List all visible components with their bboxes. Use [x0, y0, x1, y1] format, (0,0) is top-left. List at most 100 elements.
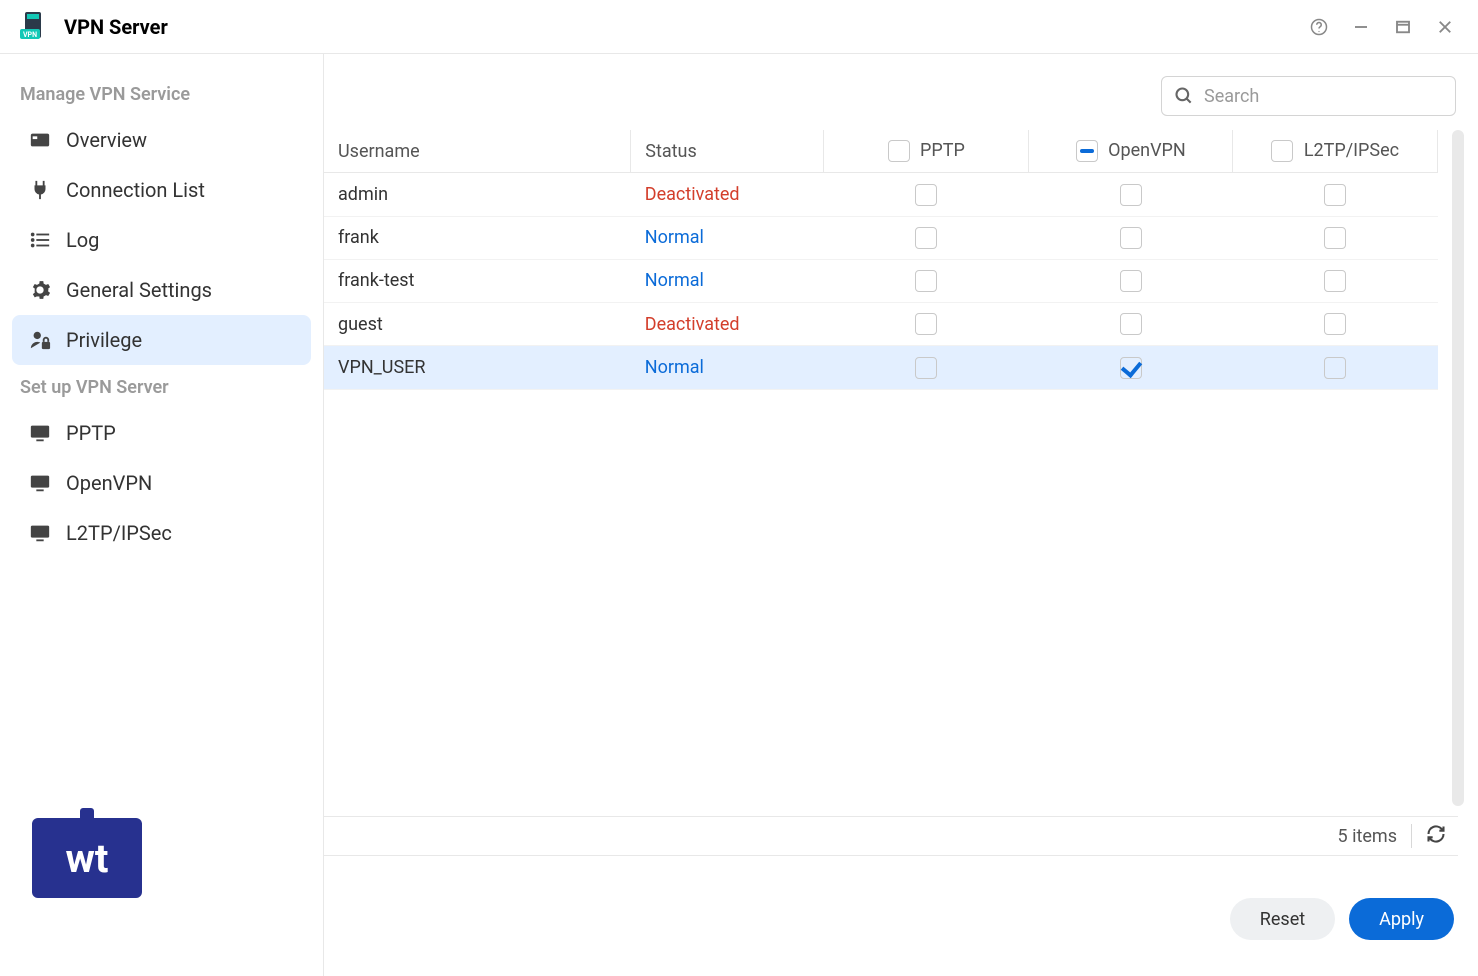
sidebar-item-label: Privilege	[66, 328, 142, 352]
l2tp-checkbox[interactable]	[1324, 270, 1346, 292]
sidebar-item-label: L2TP/IPSec	[66, 521, 172, 545]
sidebar: Manage VPN Service Overview Connection L…	[0, 54, 324, 976]
cell-openvpn	[1028, 216, 1233, 259]
svg-text:VPN: VPN	[23, 31, 37, 39]
table-row[interactable]: frank-testNormal	[324, 259, 1438, 302]
col-header-pptp[interactable]: PPTP	[824, 130, 1029, 173]
main-panel: Username Status PPTP OpenVPN L2TP/IP	[324, 54, 1478, 976]
sidebar-section-manage: Manage VPN Service	[12, 72, 311, 115]
cell-username: frank-test	[324, 259, 631, 302]
cell-openvpn	[1028, 346, 1233, 389]
cell-l2tp	[1233, 303, 1438, 346]
cell-username: VPN_USER	[324, 346, 631, 389]
plug-icon	[26, 179, 54, 201]
refresh-button[interactable]	[1426, 824, 1446, 849]
cell-status: Deactivated	[631, 303, 824, 346]
col-header-status[interactable]: Status	[631, 130, 824, 173]
app-icon: VPN	[20, 12, 50, 42]
pptp-checkbox[interactable]	[915, 313, 937, 335]
cell-status: Normal	[631, 259, 824, 302]
cell-l2tp	[1233, 216, 1438, 259]
sidebar-item-general-settings[interactable]: General Settings	[12, 265, 311, 315]
header-checkbox-openvpn[interactable]	[1076, 140, 1098, 162]
sidebar-item-privilege[interactable]: Privilege	[12, 315, 311, 365]
sidebar-item-openvpn[interactable]: OpenVPN	[12, 458, 311, 508]
sidebar-item-label: OpenVPN	[66, 471, 152, 495]
brand-logo-text: wt	[66, 835, 109, 882]
openvpn-checkbox[interactable]	[1120, 184, 1142, 206]
table-row[interactable]: frankNormal	[324, 216, 1438, 259]
search-icon	[1174, 86, 1194, 106]
apply-button[interactable]: Apply	[1349, 898, 1454, 940]
sidebar-item-overview[interactable]: Overview	[12, 115, 311, 165]
sidebar-item-connection-list[interactable]: Connection List	[12, 165, 311, 215]
table-header-row: Username Status PPTP OpenVPN L2TP/IP	[324, 130, 1438, 173]
item-count: 5 items	[1338, 826, 1397, 847]
privilege-table: Username Status PPTP OpenVPN L2TP/IP	[324, 130, 1438, 390]
cell-l2tp	[1233, 173, 1438, 216]
vertical-scrollbar[interactable]	[1452, 130, 1464, 806]
cell-openvpn	[1028, 303, 1233, 346]
l2tp-checkbox[interactable]	[1324, 184, 1346, 206]
sidebar-item-label: Connection List	[66, 178, 205, 202]
maximize-button[interactable]	[1390, 14, 1416, 40]
openvpn-checkbox[interactable]	[1120, 357, 1142, 379]
search-input[interactable]	[1204, 86, 1443, 107]
l2tp-checkbox[interactable]	[1324, 357, 1346, 379]
table-row[interactable]: guestDeactivated	[324, 303, 1438, 346]
footer: Reset Apply	[324, 898, 1454, 940]
monitor-icon	[26, 472, 54, 494]
l2tp-checkbox[interactable]	[1324, 227, 1346, 249]
l2tp-checkbox[interactable]	[1324, 313, 1346, 335]
pptp-checkbox[interactable]	[915, 357, 937, 379]
close-button[interactable]	[1432, 14, 1458, 40]
sidebar-item-pptp[interactable]: PPTP	[12, 408, 311, 458]
cell-pptp	[824, 173, 1029, 216]
help-button[interactable]	[1306, 14, 1332, 40]
sidebar-item-l2tp-ipsec[interactable]: L2TP/IPSec	[12, 508, 311, 558]
pptp-checkbox[interactable]	[915, 184, 937, 206]
col-header-openvpn[interactable]: OpenVPN	[1028, 130, 1233, 173]
title-bar: VPN VPN Server	[0, 0, 1478, 54]
header-checkbox-l2tp[interactable]	[1271, 140, 1293, 162]
search-box[interactable]	[1161, 76, 1456, 116]
cell-username: frank	[324, 216, 631, 259]
list-icon	[26, 229, 54, 251]
table-row[interactable]: adminDeactivated	[324, 173, 1438, 216]
divider	[1411, 824, 1412, 848]
cell-username: admin	[324, 173, 631, 216]
overview-icon	[26, 129, 54, 151]
openvpn-checkbox[interactable]	[1120, 270, 1142, 292]
col-header-label: OpenVPN	[1108, 140, 1186, 161]
status-bar: 5 items	[324, 816, 1458, 856]
monitor-icon	[26, 522, 54, 544]
pptp-checkbox[interactable]	[915, 270, 937, 292]
app-title: VPN Server	[64, 15, 168, 39]
sidebar-item-log[interactable]: Log	[12, 215, 311, 265]
openvpn-checkbox[interactable]	[1120, 313, 1142, 335]
table-row[interactable]: VPN_USERNormal	[324, 346, 1438, 389]
gear-icon	[26, 279, 54, 301]
brand-logo: wt	[32, 818, 142, 898]
cell-status: Normal	[631, 346, 824, 389]
col-header-label: Status	[645, 141, 696, 162]
cell-status: Deactivated	[631, 173, 824, 216]
cell-openvpn	[1028, 259, 1233, 302]
monitor-icon	[26, 422, 54, 444]
col-header-l2tp[interactable]: L2TP/IPSec	[1233, 130, 1438, 173]
sidebar-item-label: Log	[66, 228, 99, 252]
pptp-checkbox[interactable]	[915, 227, 937, 249]
header-checkbox-pptp[interactable]	[888, 140, 910, 162]
sidebar-section-setup: Set up VPN Server	[12, 365, 311, 408]
col-header-label: Username	[338, 141, 420, 162]
cell-pptp	[824, 216, 1029, 259]
cell-username: guest	[324, 303, 631, 346]
cell-pptp	[824, 346, 1029, 389]
sidebar-item-label: Overview	[66, 128, 147, 152]
col-header-username[interactable]: Username	[324, 130, 631, 173]
minimize-button[interactable]	[1348, 14, 1374, 40]
reset-button[interactable]: Reset	[1230, 898, 1335, 940]
cell-l2tp	[1233, 259, 1438, 302]
openvpn-checkbox[interactable]	[1120, 227, 1142, 249]
sidebar-item-label: PPTP	[66, 421, 116, 445]
